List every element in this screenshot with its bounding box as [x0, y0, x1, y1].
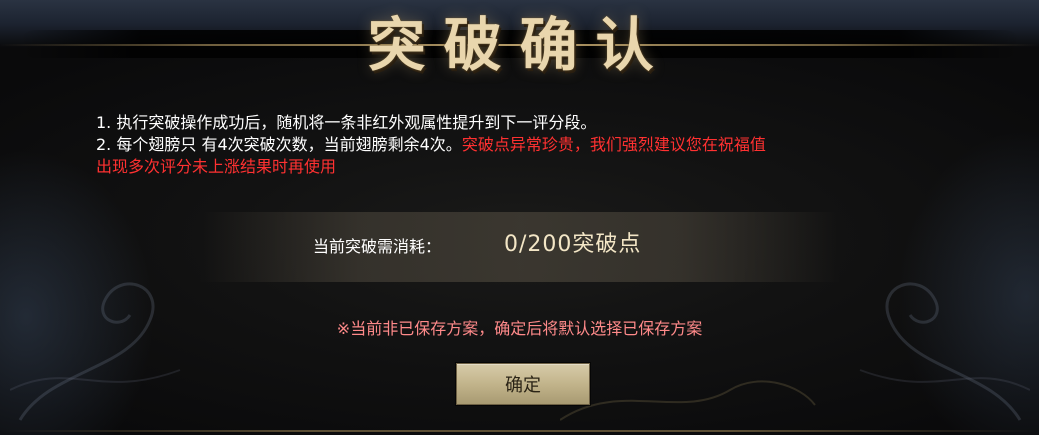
- breakthrough-confirm-dialog: 突破确认 1. 执行突破操作成功后，随机将一条非红外观属性提升到下一评分段。 2…: [0, 0, 1039, 435]
- rule-line-2-text: 2. 每个翅膀只 有4次突破次数，当前翅膀剩余4次。: [96, 135, 462, 154]
- confirm-button[interactable]: 确定: [456, 363, 590, 405]
- rules-text: 1. 执行突破操作成功后，随机将一条非红外观属性提升到下一评分段。 2. 每个翅…: [96, 112, 956, 178]
- confirm-button-label: 确定: [505, 375, 541, 396]
- bottom-divider: [0, 430, 1039, 432]
- cost-label: 当前突破需消耗：: [313, 237, 442, 256]
- cost-value: 0/200突破点: [504, 232, 642, 257]
- rule-line-3-warning: 出现多次评分未上涨结果时再使用: [96, 157, 337, 176]
- dialog-title: 突破确认: [367, 11, 672, 79]
- rule-line-2: 2. 每个翅膀只 有4次突破次数，当前翅膀剩余4次。突破点异常珍贵，我们强烈建议…: [96, 134, 956, 156]
- rule-line-2-warning: 突破点异常珍贵，我们强烈建议您在祝福值: [461, 135, 766, 154]
- rule-line-1: 1. 执行突破操作成功后，随机将一条非红外观属性提升到下一评分段。: [96, 113, 597, 132]
- unsaved-scheme-notice: ※当前非已保存方案，确定后将默认选择已保存方案: [336, 319, 703, 338]
